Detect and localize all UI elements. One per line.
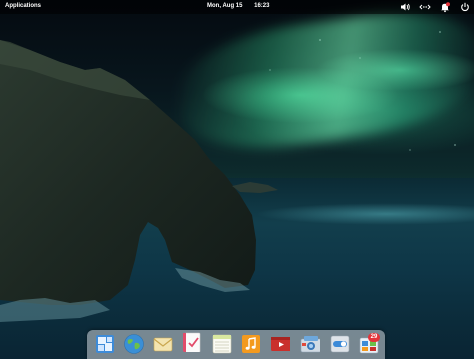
music-icon[interactable] — [241, 334, 261, 354]
videos-icon[interactable] — [270, 334, 290, 354]
date-time-indicator[interactable]: Mon, Aug 15 16:23 — [207, 3, 279, 9]
top-panel: Applications Mon, Aug 15 16:23 — [0, 0, 474, 14]
desktop-wallpaper — [0, 0, 474, 359]
notifications-icon[interactable] — [439, 1, 451, 13]
system-settings-icon[interactable] — [330, 334, 350, 354]
date-label: Mon, Aug 15 — [207, 3, 243, 9]
mail-icon[interactable] — [153, 334, 173, 354]
applications-menu-button[interactable]: Applications — [5, 3, 41, 9]
power-icon[interactable] — [459, 1, 471, 13]
web-browser-icon[interactable] — [124, 334, 144, 354]
photos-icon[interactable] — [300, 334, 320, 354]
network-icon[interactable] — [419, 1, 431, 13]
multitasking-view-icon[interactable] — [95, 334, 115, 354]
time-label: 16:23 — [254, 3, 270, 9]
app-center-update-badge: 29 — [368, 333, 380, 342]
sea-cliff-arch — [0, 31, 456, 322]
calendar-icon[interactable] — [212, 334, 232, 354]
tasks-icon[interactable] — [182, 332, 202, 352]
volume-icon[interactable] — [399, 1, 411, 13]
